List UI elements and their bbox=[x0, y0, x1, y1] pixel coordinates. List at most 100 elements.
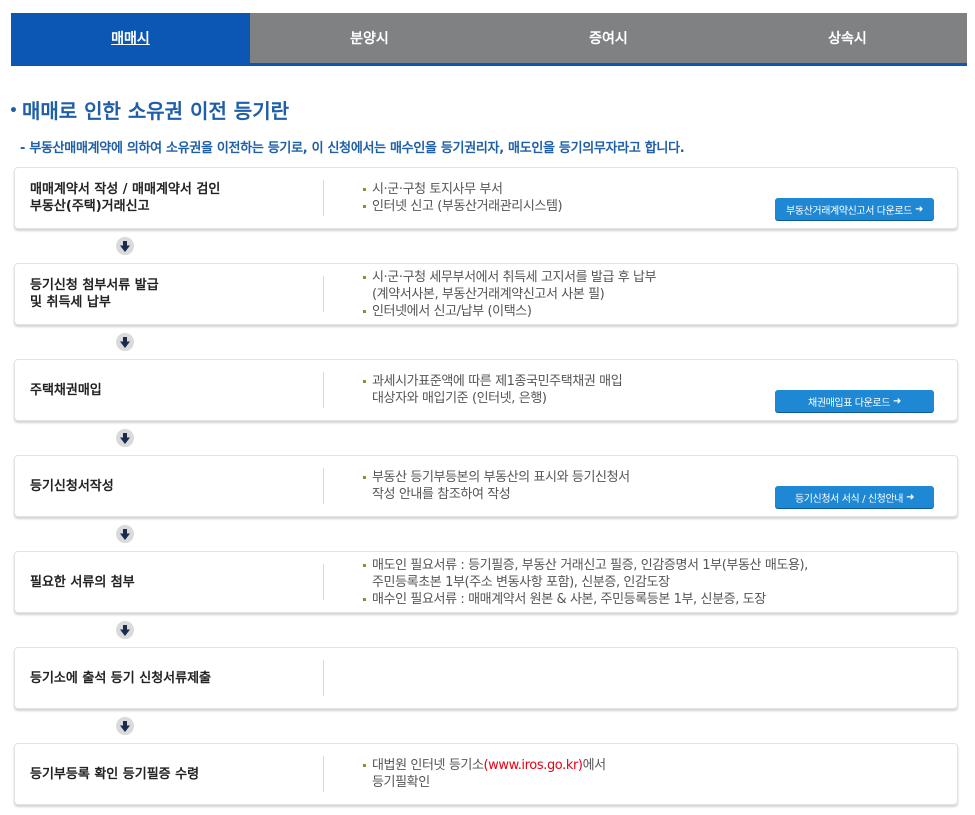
bullet-icon bbox=[363, 275, 366, 279]
desc-text: 등기필확인 bbox=[372, 775, 430, 790]
desc-text: 매수인 필요서류 : 매매계약서 원본 & 사본, 주민등록등본 1부, 신분증… bbox=[372, 591, 766, 607]
step-title-line: 부동산(주택)거래신고 bbox=[30, 199, 150, 214]
desc-text: 주민등록초본 1부(주소 변동사항 포함), 신분증, 인감도장 bbox=[372, 574, 670, 590]
desc-item: 대법원 인터넷 등기소(www.iros.go.kr)에서 bbox=[363, 757, 606, 774]
desc-item: 등기필확인 bbox=[363, 774, 606, 791]
bullet-icon bbox=[363, 188, 366, 191]
step-title-line: 등기부등록 확인 등기필증 수령 bbox=[30, 766, 200, 782]
step-description: 부동산 등기부등본의 부동산의 표시와 등기신청서 작성 안내를 참조하여 작성 bbox=[363, 456, 630, 516]
step-title: 등기소에 출석 등기 신청서류제출 bbox=[30, 648, 320, 708]
bullet-icon bbox=[363, 764, 366, 767]
step-application-form: 등기신청서작성 부동산 등기부등본의 부동산의 표시와 등기신청서 작성 안내를… bbox=[14, 455, 958, 517]
tab-sale[interactable]: 매매시 bbox=[11, 13, 250, 63]
step-description: 매도인 필요서류 : 등기필증, 부동산 거래신고 필증, 인감증명서 1부(부… bbox=[363, 552, 808, 612]
page-title: • 매매로 인한 소유권 이전 등기란 bbox=[9, 95, 289, 124]
tab-inheritance[interactable]: 상속시 bbox=[728, 13, 967, 63]
arrow-down-icon bbox=[116, 237, 134, 255]
arrow-right-icon: ➜ bbox=[915, 203, 923, 215]
desc-text: 과세시가표준액에 따른 제1종국민주택채권 매입 bbox=[372, 374, 623, 389]
desc-text: 시·군·구청 토지사무 부서 bbox=[372, 182, 503, 197]
tab-gift[interactable]: 증여시 bbox=[489, 13, 728, 63]
desc-text: 부동산 등기부등본의 부동산의 표시와 등기신청서 bbox=[372, 470, 630, 485]
button-label: 부동산거래계약신고서 다운로드 bbox=[786, 205, 912, 217]
step-title-line: 등기신청서작성 bbox=[30, 478, 114, 494]
arrow-down-icon bbox=[116, 717, 134, 735]
bullet-icon bbox=[363, 476, 366, 479]
desc-item: 부동산 등기부등본의 부동산의 표시와 등기신청서 bbox=[363, 469, 630, 486]
page-subtitle: - 부동산매매계약에 의하여 소유권을 이전하는 등기로, 이 신청에서는 매수… bbox=[20, 141, 685, 156]
step-title: 등기부등록 확인 등기필증 수령 bbox=[30, 744, 320, 804]
step-title: 등기신청서작성 bbox=[30, 456, 320, 516]
desc-text: 대상자와 매입기준 (인터넷, 은행) bbox=[372, 391, 547, 406]
arrow-down-icon bbox=[116, 429, 134, 447]
button-label: 채권매입표 다운로드 bbox=[808, 397, 890, 409]
download-bond-table-button[interactable]: 채권매입표 다운로드 ➜ bbox=[775, 390, 934, 412]
divider bbox=[323, 468, 324, 504]
step-title-line: 매매계약서 작성 / 매매계약서 검인 bbox=[30, 182, 221, 197]
desc-text: 인터넷 신고 (부동산거래관리시스템) bbox=[372, 199, 563, 214]
download-contract-report-button[interactable]: 부동산거래계약신고서 다운로드 ➜ bbox=[775, 198, 934, 220]
desc-text: 시·군·구청 세무부서에서 취득세 고지서를 발급 후 납부 bbox=[372, 269, 657, 285]
desc-item: 작성 안내를 참조하여 작성 bbox=[363, 486, 630, 503]
step-description: 시·군·구청 세무부서에서 취득세 고지서를 발급 후 납부 (계약서사본, 부… bbox=[363, 264, 657, 324]
arrow-right-icon: ➜ bbox=[893, 395, 901, 407]
divider bbox=[323, 180, 324, 216]
arrow-down-icon bbox=[116, 333, 134, 351]
desc-item: 인터넷 신고 (부동산거래관리시스템) bbox=[363, 198, 563, 215]
bullet-icon bbox=[363, 309, 366, 313]
step-title-line: 등기소에 출석 등기 신청서류제출 bbox=[30, 670, 212, 686]
application-form-guide-button[interactable]: 등기신청서 서식 / 신청안내 ➜ bbox=[775, 486, 934, 508]
bullet-icon bbox=[363, 380, 366, 383]
tab-label: 상속시 bbox=[828, 31, 867, 47]
tab-bar: 매매시 분양시 증여시 상속시 bbox=[11, 13, 967, 66]
step-description: 과세시가표준액에 따른 제1종국민주택채권 매입 대상자와 매입기준 (인터넷,… bbox=[363, 360, 623, 420]
desc-item: (계약서사본, 부동산거래계약신고서 사본 필) bbox=[363, 286, 656, 303]
desc-item: 매도인 필요서류 : 등기필증, 부동산 거래신고 필증, 인감증명서 1부(부… bbox=[363, 557, 808, 574]
desc-text: 에서 bbox=[582, 758, 607, 773]
desc-item: 시·군·구청 세무부서에서 취득세 고지서를 발급 후 납부 bbox=[363, 269, 657, 286]
tab-label: 매매시 bbox=[111, 31, 150, 47]
arrow-right-icon: ➜ bbox=[906, 491, 915, 503]
step-contract: 매매계약서 작성 / 매매계약서 검인 부동산(주택)거래신고 시·군·구청 토… bbox=[14, 167, 958, 229]
divider bbox=[323, 756, 324, 792]
step-description: 시·군·구청 토지사무 부서 인터넷 신고 (부동산거래관리시스템) bbox=[363, 168, 563, 228]
page-title-text: 매매로 인한 소유권 이전 등기란 bbox=[21, 99, 290, 123]
desc-item: 인터넷에서 신고/납부 (이택스) bbox=[363, 303, 656, 320]
desc-text: 인터넷에서 신고/납부 (이택스) bbox=[372, 303, 532, 319]
step-title: 매매계약서 작성 / 매매계약서 검인 부동산(주택)거래신고 bbox=[30, 168, 320, 228]
divider bbox=[323, 660, 324, 696]
desc-text: (계약서사본, 부동산거래계약신고서 사본 필) bbox=[372, 286, 605, 302]
iros-link[interactable]: (www.iros.go.kr) bbox=[484, 758, 583, 773]
step-housing-bond: 주택채권매입 과세시가표준액에 따른 제1종국민주택채권 매입 대상자와 매입기… bbox=[14, 359, 958, 421]
tab-label: 증여시 bbox=[589, 31, 628, 47]
desc-item: 매수인 필요서류 : 매매계약서 원본 & 사본, 주민등록등본 1부, 신분증… bbox=[363, 591, 808, 608]
step-title: 주택채권매입 bbox=[30, 360, 320, 420]
arrow-down-icon bbox=[116, 525, 134, 543]
desc-item: 대상자와 매입기준 (인터넷, 은행) bbox=[363, 390, 622, 407]
desc-text: 대법원 인터넷 등기소 bbox=[372, 758, 484, 773]
desc-text: 작성 안내를 참조하여 작성 bbox=[372, 487, 511, 502]
desc-item: 주민등록초본 1부(주소 변동사항 포함), 신분증, 인감도장 bbox=[363, 574, 808, 591]
desc-text: 매도인 필요서류 : 등기필증, 부동산 거래신고 필증, 인감증명서 1부(부… bbox=[372, 557, 808, 573]
tab-presale[interactable]: 분양시 bbox=[250, 13, 489, 63]
step-title-line: 주택채권매입 bbox=[30, 382, 102, 398]
bullet-icon bbox=[363, 563, 366, 567]
step-title: 필요한 서류의 첨부 bbox=[30, 552, 320, 612]
step-title-line: 및 취득세 납부 bbox=[30, 295, 111, 310]
desc-item: 시·군·구청 토지사무 부서 bbox=[363, 181, 562, 198]
bullet-icon: • bbox=[9, 103, 18, 119]
step-title-line: 등기신청 첨부서류 발급 bbox=[30, 278, 159, 293]
step-title: 등기신청 첨부서류 발급 및 취득세 납부 bbox=[30, 264, 320, 324]
tab-label: 분양시 bbox=[350, 31, 389, 47]
step-documents-tax: 등기신청 첨부서류 발급 및 취득세 납부 시·군·구청 세무부서에서 취득세 … bbox=[14, 263, 958, 325]
step-submit-registry: 등기소에 출석 등기 신청서류제출 bbox=[14, 647, 958, 709]
bullet-icon bbox=[363, 597, 366, 601]
divider bbox=[323, 372, 324, 408]
arrow-down-icon bbox=[116, 621, 134, 639]
bullet-icon bbox=[363, 205, 366, 208]
step-receive-certificate: 등기부등록 확인 등기필증 수령 대법원 인터넷 등기소(www.iros.go… bbox=[14, 743, 958, 805]
divider bbox=[323, 276, 324, 312]
desc-item: 과세시가표준액에 따른 제1종국민주택채권 매입 bbox=[363, 373, 623, 390]
step-description: 대법원 인터넷 등기소(www.iros.go.kr)에서 등기필확인 bbox=[363, 744, 606, 804]
step-attach-documents: 필요한 서류의 첨부 매도인 필요서류 : 등기필증, 부동산 거래신고 필증,… bbox=[14, 551, 958, 613]
